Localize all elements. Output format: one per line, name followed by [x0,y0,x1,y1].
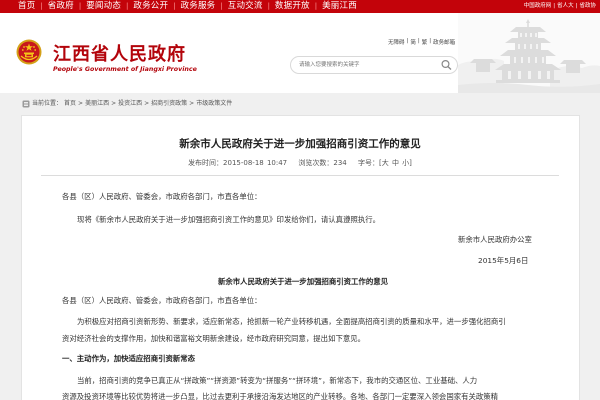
link-accessibility[interactable]: 无障碍 [388,38,405,46]
search-icon[interactable] [440,59,453,71]
article-paragraph: 为积极应对招商引资新形势、新要求，适应新常态，抢抓新一轮产业转移机遇，全面提高招… [77,317,506,326]
breadcrumb-separator: > [78,100,84,107]
article-paragraph: 各县（区）人民政府、管委会，市政府各部门，市直各单位： [62,296,262,305]
link-simplified[interactable]: 简 [410,38,416,46]
top-nav-external-links: 中国政府网 | 省人大 | 省政协 [524,0,596,13]
article-subtitle: 新余市人民政府关于进一步加强招商引资工作的意见 [218,277,388,286]
link-gov-mailbox[interactable]: 政务邮箱 [433,38,455,46]
link-traditional[interactable]: 繁 [422,38,428,46]
view-count: 浏览次数：234 [298,159,347,167]
national-emblem-icon[interactable] [16,39,42,65]
breadcrumb-city-policy-docs[interactable]: 市级政策文件 [196,99,232,109]
font-size-control[interactable]: 字号：[大 中 小] [358,159,412,167]
pavilion-skyline-illustration [458,13,600,93]
breadcrumb-beautiful-jiangxi[interactable]: 美丽江西 [85,99,109,109]
breadcrumb-invest-jiangxi[interactable]: 投资江西 [118,99,142,109]
nav-open-data[interactable]: 数据开放 [270,0,315,13]
nav-gov-services[interactable]: 政务服务 [176,0,221,13]
nav-interaction[interactable]: 互动交流 [223,0,268,13]
publish-time: 发布时间：2015-08-18 10:47 [188,159,288,167]
header-utility-links: 无障碍 | 简 | 繁 | 政务邮箱 [388,38,455,46]
nav-province-gov[interactable]: 省政府 [43,0,79,13]
link-separator: | [575,3,578,9]
top-nav-bar: 首页 | 省政府 | 要闻动态 | 政务公开 | 政务服务 | 互动交流 | 数… [0,0,600,13]
breadcrumb-separator: > [189,100,195,107]
link-provincial-congress[interactable]: 省人大 [557,0,574,13]
location-icon [22,100,30,108]
article-title: 新余市人民政府关于进一步加强招商引资工作的意见 [179,138,421,150]
top-nav-items: 首页 | 省政府 | 要闻动态 | 政务公开 | 政务服务 | 互动交流 | 数… [0,0,362,13]
article-signature: 新余市人民政府办公室 [458,235,532,244]
breadcrumb-label: 当前位置： [32,100,63,107]
link-china-gov[interactable]: 中国政府网 [524,0,552,13]
link-provincial-cppcc[interactable]: 省政协 [579,0,596,13]
link-separator: | [417,38,420,44]
nav-gov-affairs-open[interactable]: 政务公开 [128,0,173,13]
breadcrumb: 当前位置： 首页 > 美丽江西 > 投资江西 > 招商引资政策 > 市级政策文件 [22,99,232,109]
site-subtitle: People's Government of Jiangxi Province [53,66,197,73]
article-paragraph: 当前，招商引资的竞争已真正从“拼政策”“拼资源”转变为“拼服务”“拼环境”，新常… [77,376,478,385]
search-box [290,56,458,74]
article-paragraph: 现将《新余市人民政府关于进一步加强招商引资工作的意见》印发给你们，请认真遵照执行… [77,215,381,224]
link-separator: | [429,38,432,44]
nav-home[interactable]: 首页 [0,0,40,13]
breadcrumb-separator: > [144,100,150,107]
site-header: 江西省人民政府 People's Government of Jiangxi P… [0,13,600,93]
article-paragraph: 各县（区）人民政府、管委会，市政府各部门，市直各单位： [62,192,262,201]
article-meta: 发布时间：2015-08-18 10:47 浏览次数：234 字号：[大 中 小… [0,158,600,168]
breadcrumb-separator: > [111,100,117,107]
article-paragraph: 资源及投资环境等比较优势将进一步凸显，比过去更利于承接沿海发达地区的产业转移。各… [62,392,499,400]
article-paragraph: 资对经济社会的支撑作用，加快和谐富裕文明新余建设，经市政府研究同意，提出如下意见… [62,334,366,343]
article-divider [41,175,559,176]
site-title[interactable]: 江西省人民政府 [53,40,186,66]
search-input[interactable] [299,59,435,71]
article-date: 2015年5月6日 [478,256,529,265]
link-separator: | [553,3,556,9]
breadcrumb-home[interactable]: 首页 [64,99,76,109]
nav-beautiful-jiangxi[interactable]: 美丽江西 [317,0,362,13]
nav-news[interactable]: 要闻动态 [81,0,126,13]
link-separator: | [406,38,409,44]
article-section-heading: 一、主动作为，加快适应招商引资新常态 [62,354,196,363]
breadcrumb-investment-policy[interactable]: 招商引资政策 [151,99,187,109]
